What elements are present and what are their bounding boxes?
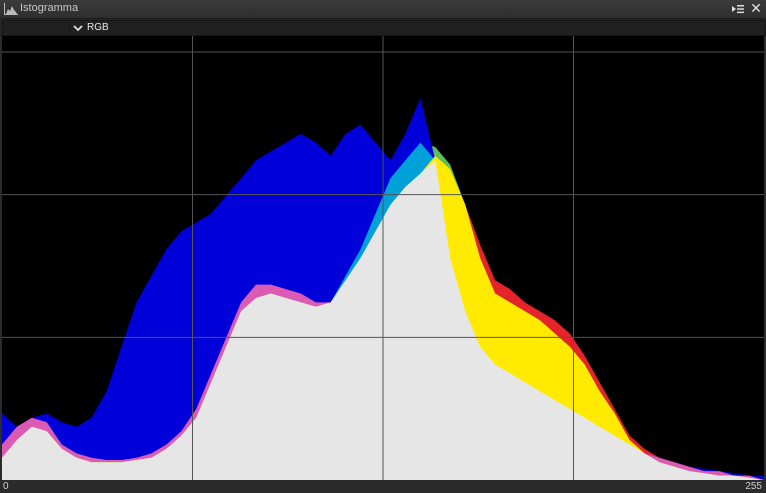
panel-options-icon[interactable] (731, 2, 745, 16)
histogram-icon (4, 3, 18, 15)
window-title: Istogramma (20, 2, 79, 14)
channel-select-value: RGB (87, 22, 109, 33)
display-options-field[interactable] (2, 20, 70, 36)
axis-min-label: 0 (3, 481, 9, 492)
histogram-toolbar: RGB (0, 19, 766, 36)
histogram-axis: 0 255 (0, 480, 766, 493)
axis-max-label: 255 (745, 481, 762, 492)
channel-select[interactable]: RGB (69, 20, 766, 36)
close-icon[interactable]: ✕ (749, 1, 763, 15)
histogram-chart (2, 36, 764, 480)
histogram-plot (2, 36, 764, 480)
title-bar: Istogramma ✕ (0, 0, 766, 19)
chevron-down-icon[interactable] (72, 22, 84, 34)
